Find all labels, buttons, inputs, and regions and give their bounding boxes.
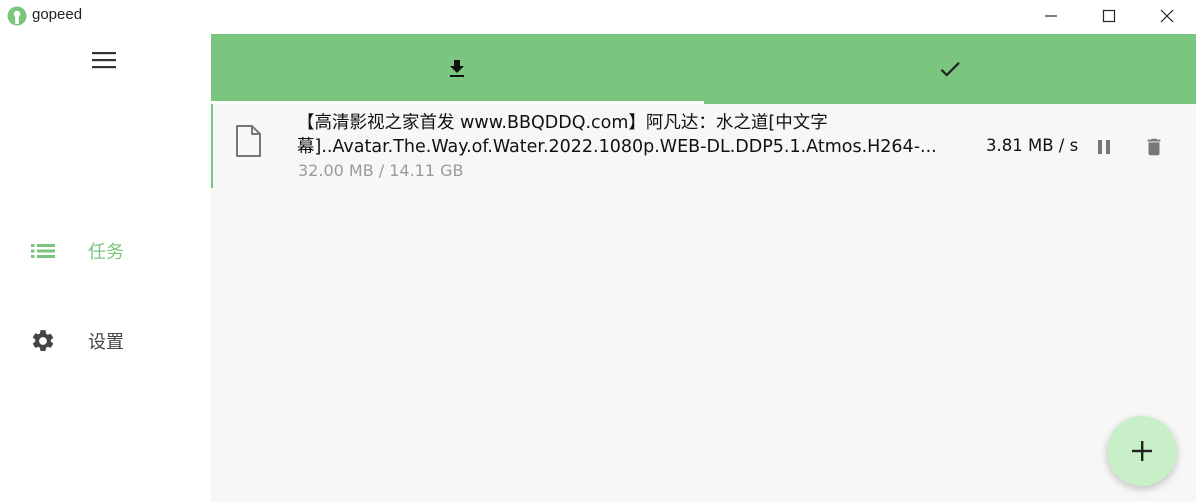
pause-button[interactable] bbox=[1089, 132, 1119, 162]
minimize-button[interactable] bbox=[1022, 0, 1080, 32]
task-row[interactable]: 【高清影视之家首发 www.BBQDDQ.com】阿凡达：水之道[中文字 幕].… bbox=[211, 104, 1196, 188]
list-icon bbox=[30, 238, 56, 264]
sidebar-item-settings[interactable]: 设置 bbox=[0, 317, 211, 365]
main-content: 【高清影视之家首发 www.BBQDDQ.com】阿凡达：水之道[中文字 幕].… bbox=[211, 34, 1196, 502]
menu-button[interactable] bbox=[90, 48, 118, 72]
pause-icon bbox=[1098, 140, 1110, 154]
task-name: 【高清影视之家首发 www.BBQDDQ.com】阿凡达：水之道[中文字 幕].… bbox=[297, 111, 937, 159]
title-bar: gopeed bbox=[0, 0, 1196, 34]
download-icon bbox=[450, 60, 464, 77]
tab-completed[interactable] bbox=[704, 34, 1196, 104]
add-task-button[interactable] bbox=[1107, 416, 1177, 486]
maximize-icon bbox=[1102, 9, 1116, 23]
delete-button[interactable] bbox=[1139, 132, 1169, 162]
sidebar-item-tasks[interactable]: 任务 bbox=[0, 227, 211, 275]
app-window: gopeed 任务 设置 【高清影视之家首发 www.BBQDDQ.com】阿凡… bbox=[0, 0, 1196, 502]
tab-bar bbox=[211, 34, 1196, 104]
plus-icon bbox=[1132, 441, 1152, 461]
close-button[interactable] bbox=[1138, 0, 1196, 32]
task-progress-size: 32.00 MB / 14.11 GB bbox=[298, 161, 464, 180]
tab-downloading[interactable] bbox=[211, 34, 703, 104]
task-name-line-1: 【高清影视之家首发 www.BBQDDQ.com】阿凡达：水之道[中文字 bbox=[297, 113, 828, 133]
task-speed: 3.81 MB / s bbox=[986, 136, 1079, 155]
app-title: gopeed bbox=[32, 6, 83, 23]
file-icon bbox=[236, 125, 261, 157]
hamburger-menu-icon bbox=[92, 52, 116, 69]
minimize-icon bbox=[1045, 15, 1057, 17]
gear-icon bbox=[30, 328, 56, 354]
close-icon bbox=[1160, 9, 1174, 23]
sidebar-item-label: 任务 bbox=[88, 242, 124, 263]
gopeed-logo-icon bbox=[7, 6, 27, 26]
sidebar: 任务 设置 bbox=[0, 34, 211, 502]
delete-icon bbox=[1147, 138, 1161, 156]
sidebar-item-label: 设置 bbox=[88, 332, 124, 353]
maximize-button[interactable] bbox=[1080, 0, 1138, 32]
task-name-line-2: 幕]..Avatar.The.Way.of.Water.2022.1080p.W… bbox=[297, 137, 937, 157]
check-icon bbox=[940, 62, 960, 77]
